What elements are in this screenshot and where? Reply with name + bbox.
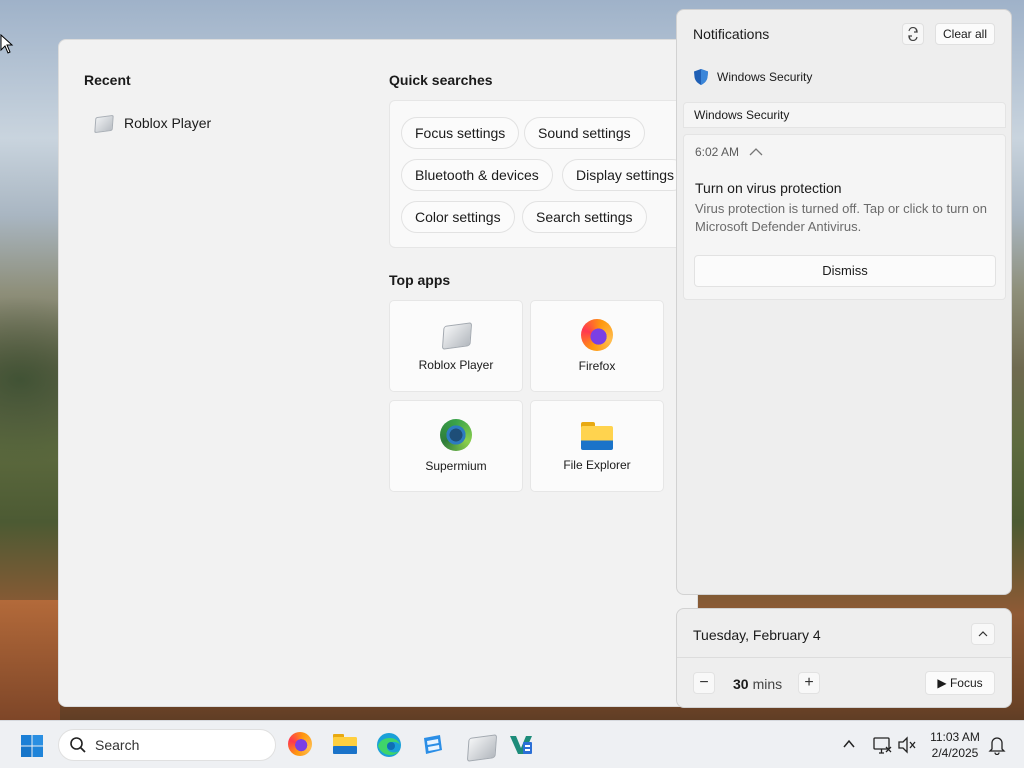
calendar-date[interactable]: Tuesday, February 4 (693, 627, 821, 643)
divider (677, 657, 1011, 658)
taskbar-search-box[interactable]: Search (58, 729, 276, 761)
notification-settings-button[interactable] (902, 23, 924, 45)
quick-search-focus-settings[interactable]: Focus settings (401, 117, 520, 149)
quick-searches-title: Quick searches (389, 72, 493, 88)
quick-search-search-settings[interactable]: Search settings (522, 201, 647, 233)
roblox-icon (464, 732, 490, 756)
search-placeholder: Search (95, 737, 140, 753)
quick-search-sound-settings[interactable]: Sound settings (524, 117, 645, 149)
notification-toast[interactable]: 6:02 AM Turn on virus protection Virus p… (683, 134, 1006, 300)
file-explorer-icon (333, 734, 357, 754)
start-search-panel: Recent Roblox Player Quick searches Focu… (58, 39, 698, 707)
toast-time-row: 6:02 AM (695, 145, 763, 159)
top-app-label: Firefox (578, 359, 616, 373)
show-hidden-icons-chevron-icon[interactable] (842, 737, 856, 751)
focus-duration: 30 mins (733, 676, 782, 692)
toast-title: Turn on virus protection (695, 180, 842, 196)
top-app-label: Roblox Player (418, 358, 494, 372)
store-icon (424, 735, 442, 754)
focus-label: Focus (949, 676, 983, 690)
quick-search-display-settings[interactable]: Display settings (562, 159, 689, 191)
taskbar-store[interactable] (420, 732, 446, 758)
focus-decrement-button[interactable]: − (693, 672, 715, 694)
notification-group-header[interactable]: Windows Security (683, 102, 1006, 128)
firefox-icon (581, 319, 613, 351)
top-app-label: Supermium (425, 459, 487, 473)
notification-app-name: Windows Security (717, 70, 813, 84)
chevron-up-icon (978, 631, 988, 637)
roblox-icon (439, 320, 473, 350)
search-icon (70, 737, 86, 753)
taskbar: Search 11:03 AM 2/4/2025 (0, 720, 1024, 768)
play-icon: ▶ (937, 676, 947, 690)
firefox-icon (288, 732, 312, 756)
taskbar-visual-studio[interactable] (508, 732, 534, 758)
quick-search-bluetooth-devices[interactable]: Bluetooth & devices (401, 159, 553, 191)
windows-start-icon[interactable] (20, 734, 44, 758)
clock-time: 11:03 AM (930, 730, 980, 744)
file-explorer-icon (581, 422, 613, 450)
notification-bell-icon[interactable] (987, 735, 1007, 755)
taskbar-roblox[interactable] (464, 732, 490, 758)
top-app-file-explorer[interactable]: File Explorer (530, 400, 664, 492)
focus-start-button[interactable]: ▶ Focus (925, 671, 995, 695)
taskbar-edge[interactable] (376, 732, 402, 758)
edge-icon (377, 733, 401, 757)
top-app-label: File Explorer (563, 458, 631, 472)
recent-item-roblox-player[interactable]: Roblox Player (84, 108, 324, 138)
mouse-cursor-icon (0, 34, 14, 54)
network-icon[interactable] (871, 734, 893, 756)
calendar-collapse-button[interactable] (971, 623, 995, 645)
toast-body: Virus protection is turned off. Tap or c… (695, 201, 987, 234)
shield-icon (694, 69, 708, 85)
quick-search-color-settings[interactable]: Color settings (401, 201, 515, 233)
top-app-supermium[interactable]: Supermium (389, 400, 523, 492)
clear-all-button[interactable]: Clear all (935, 23, 995, 45)
volume-muted-icon[interactable] (896, 734, 918, 756)
top-app-roblox-player[interactable]: Roblox Player (389, 300, 523, 392)
dismiss-button[interactable]: Dismiss (694, 255, 996, 287)
top-app-firefox[interactable]: Firefox (530, 300, 664, 392)
taskbar-file-explorer[interactable] (332, 732, 358, 758)
quick-searches-box: Focus settings Sound settings Bluetooth … (389, 100, 697, 248)
notification-center: Notifications Clear all Windows Security… (676, 9, 1012, 595)
toast-time: 6:02 AM (695, 145, 740, 159)
notification-settings-icon (908, 27, 918, 41)
clock-date: 2/4/2025 (931, 746, 979, 760)
focus-minutes-unit: mins (752, 676, 783, 692)
calendar-focus-panel: Tuesday, February 4 − 30 mins + ▶ Focus (676, 608, 1012, 708)
recent-item-label: Roblox Player (124, 115, 212, 131)
taskbar-firefox[interactable] (288, 732, 314, 758)
chevron-up-icon[interactable] (749, 147, 763, 157)
supermium-icon (440, 419, 472, 451)
roblox-icon (92, 114, 114, 132)
notifications-title: Notifications (693, 26, 770, 42)
visual-studio-icon (510, 736, 532, 754)
notification-app-header[interactable]: Windows Security (693, 68, 812, 86)
recent-title: Recent (84, 72, 131, 88)
focus-increment-button[interactable]: + (798, 672, 820, 694)
taskbar-clock[interactable]: 11:03 AM 2/4/2025 (922, 729, 988, 761)
top-apps-title: Top apps (389, 272, 451, 288)
focus-minutes-value: 30 (733, 676, 749, 692)
